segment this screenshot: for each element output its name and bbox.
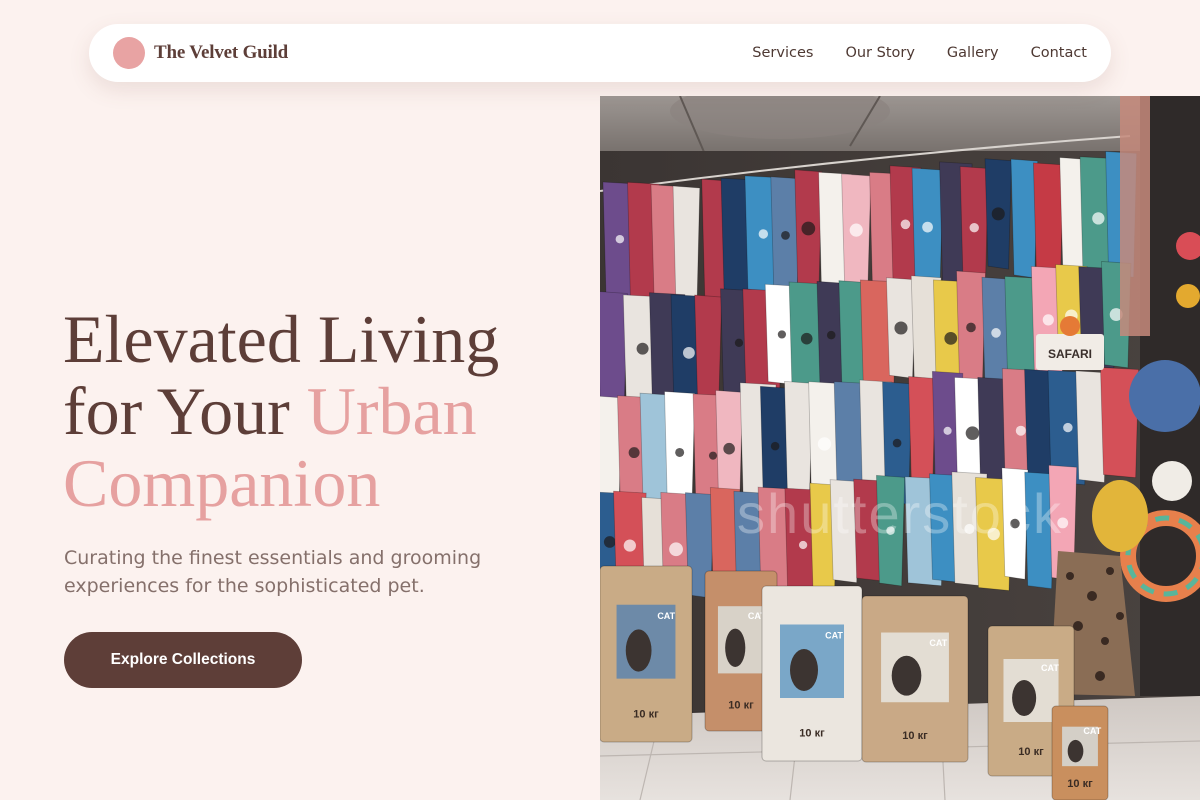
pet-garment [784,380,813,498]
hero-subtitle: Curating the finest essentials and groom… [64,547,482,597]
bag-label: CAT [929,638,947,648]
hero-title-line2-accent: Urban [306,373,477,449]
hero-title: Elevated Living for Your Urban Companion [63,303,583,519]
brand[interactable]: The Velvet Guild [113,37,288,69]
plush-toy [1092,480,1148,552]
bag-weight: 10 кг [902,730,928,742]
explore-collections-button[interactable]: Explore Collections [64,632,302,688]
bag-label: CAT [657,611,675,621]
hero-image-pet-shop: SAFARI CAT 10 кг CAT 10 кг CAT 10 кг CAT 10 кг C… [600,96,1200,800]
cat-photo [1012,680,1037,716]
top-navbar: The Velvet Guild Services Our Story Gall… [89,24,1111,82]
safari-tag-text: SAFARI [1048,347,1092,361]
bag-weight: 10 кг [728,700,754,712]
pet-garment [1032,162,1064,276]
cat-photo [891,655,922,696]
cat-photo [790,649,818,691]
bag-weight: 10 кг [633,708,659,720]
brand-name: The Velvet Guild [154,42,289,63]
cat-photo [1067,739,1084,763]
nav-link-gallery[interactable]: Gallery [947,45,999,61]
cat-photo [725,628,746,667]
paw-ball-toy [1152,461,1192,501]
pet-garment [694,294,723,406]
brand-logo-dot [113,37,145,69]
hanging-pet-clothes [600,135,1140,610]
nav-link-our-story[interactable]: Our Story [845,45,914,61]
blue-ball-toy [1129,360,1200,432]
nav-links: Services Our Story Gallery Contact [752,45,1087,61]
hero-title-line3-accent: Companion [63,445,381,521]
pet-shop-illustration: SAFARI CAT 10 кг CAT 10 кг CAT 10 кг CAT 10 кг C… [600,96,1200,800]
bag-label: CAT [1083,726,1101,736]
cat-photo [625,629,652,672]
bag-weight: 10 кг [799,728,825,740]
bag-label: CAT [825,631,843,641]
bag-weight: 10 кг [1018,746,1044,758]
nav-link-services[interactable]: Services [752,45,813,61]
bag-label: CAT [1041,663,1059,673]
nav-link-contact[interactable]: Contact [1031,45,1087,61]
hero-title-line1: Elevated Living [63,301,500,377]
hero-title-line2-plain: for Your [63,373,307,449]
bag-weight: 10 кг [1067,778,1093,790]
